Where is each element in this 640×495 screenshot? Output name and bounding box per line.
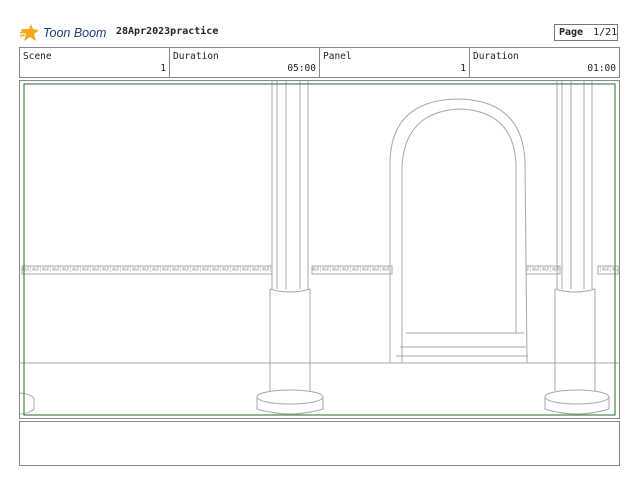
- toon-boom-logo: Toon Boom: [20, 22, 106, 44]
- logo-text: Toon Boom: [43, 26, 107, 40]
- page-indicator: Page 1/21: [554, 24, 618, 41]
- scene-duration-label: Duration: [173, 51, 219, 62]
- project-name: 28Apr2023practice: [116, 26, 219, 37]
- scene-cell: Scene 1: [20, 48, 170, 77]
- page-number: 1/21: [593, 27, 618, 38]
- panel-duration-label: Duration: [473, 51, 519, 62]
- panel-info-bar: Scene 1 Duration 05:00 Panel 1 Duration …: [19, 47, 620, 78]
- scene-duration-value: 05:00: [287, 63, 316, 74]
- panel-duration-value: 01:00: [587, 63, 616, 74]
- page-label: Page: [559, 27, 584, 38]
- storyboard-panel[interactable]: [19, 80, 620, 419]
- scene-duration-cell: Duration 05:00: [170, 48, 320, 77]
- panel-label: Panel: [323, 51, 352, 62]
- panel-cell: Panel 1: [320, 48, 470, 77]
- scene-value: 1: [160, 63, 166, 74]
- scene-label: Scene: [23, 51, 52, 62]
- toon-boom-star-icon: [20, 24, 39, 41]
- panel-value: 1: [460, 63, 466, 74]
- panel-drawing: [20, 81, 619, 416]
- panel-duration-cell: Duration 01:00: [470, 48, 619, 77]
- panel-notes-area[interactable]: [19, 421, 620, 466]
